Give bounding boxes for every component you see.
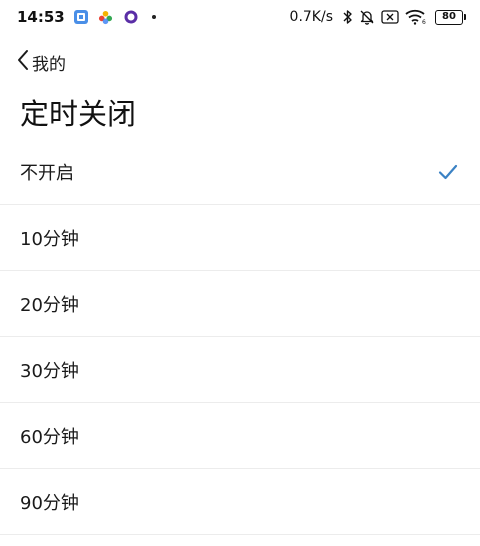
option-label: 90分钟 bbox=[20, 492, 79, 514]
ring-app-icon bbox=[123, 9, 139, 25]
bell-muted-icon bbox=[359, 9, 375, 25]
svg-text:6: 6 bbox=[422, 19, 426, 25]
color-wheel-app-icon bbox=[98, 9, 114, 25]
battery-indicator: 80 bbox=[435, 9, 466, 25]
option-30-minutes[interactable]: 30分钟 bbox=[0, 337, 480, 403]
page-title: 定时关闭 bbox=[20, 97, 137, 131]
battery-tip bbox=[464, 14, 466, 20]
option-20-minutes[interactable]: 20分钟 bbox=[0, 271, 480, 337]
option-label: 20分钟 bbox=[20, 294, 79, 316]
status-bar: 14:53 0.7K/s 6 80 bbox=[0, 0, 480, 34]
check-icon bbox=[438, 164, 458, 180]
option-label: 60分钟 bbox=[20, 426, 79, 448]
network-speed: 0.7K/s bbox=[289, 9, 333, 25]
status-bar-right: 0.7K/s 6 80 bbox=[290, 9, 466, 25]
option-10-minutes[interactable]: 10分钟 bbox=[0, 205, 480, 271]
chevron-left-icon bbox=[16, 49, 30, 75]
app-notification-icon bbox=[73, 9, 89, 25]
bluetooth-icon bbox=[343, 9, 353, 25]
wifi-icon: 6 bbox=[405, 9, 427, 25]
option-label: 30分钟 bbox=[20, 360, 79, 382]
option-label: 不开启 bbox=[20, 162, 74, 184]
option-60-minutes[interactable]: 60分钟 bbox=[0, 403, 480, 469]
back-label: 我的 bbox=[32, 54, 66, 75]
option-90-minutes[interactable]: 90分钟 bbox=[0, 469, 480, 535]
no-sim-icon bbox=[381, 10, 399, 24]
option-off[interactable]: 不开启 bbox=[0, 139, 480, 205]
status-time: 14:53 bbox=[17, 8, 65, 26]
timer-option-list: 不开启 10分钟 20分钟 30分钟 60分钟 90分钟 bbox=[0, 139, 480, 535]
more-notifications-dot-icon bbox=[151, 15, 156, 19]
option-label: 10分钟 bbox=[20, 228, 79, 250]
battery-level: 80 bbox=[435, 9, 463, 25]
status-bar-left: 14:53 bbox=[17, 8, 156, 26]
back-button[interactable]: 我的 bbox=[16, 48, 66, 76]
